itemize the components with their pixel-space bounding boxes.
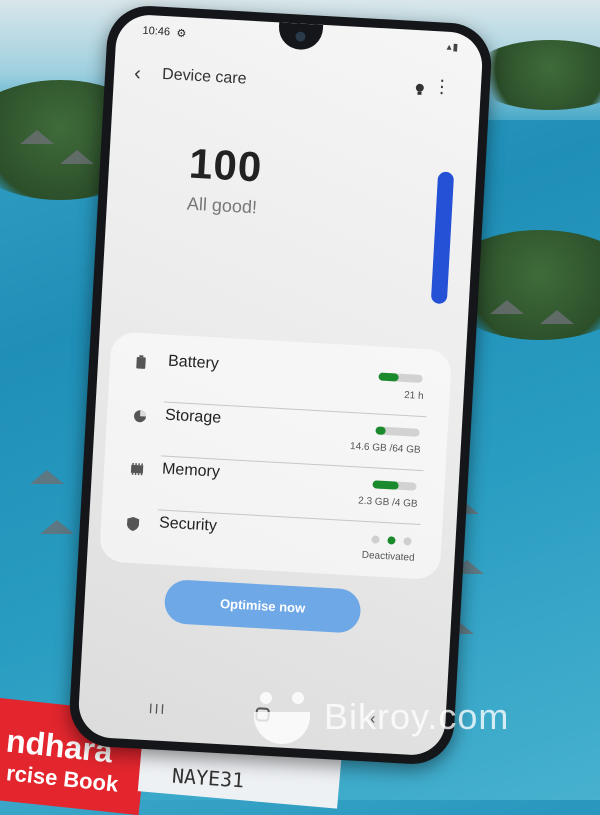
security-status-dots — [369, 534, 413, 546]
lightbulb-icon[interactable] — [414, 82, 425, 95]
item-label: Storage — [164, 406, 222, 427]
item-label: Security — [158, 514, 218, 535]
book-handwriting: NAYE31 — [171, 763, 245, 793]
item-value: Deactivated — [361, 549, 415, 564]
memory-chip-icon — [130, 462, 145, 478]
battery-level-bar — [378, 372, 423, 383]
app-bar: ‹ Device care ⋮ — [133, 60, 461, 106]
smiley-logo-icon — [252, 690, 312, 746]
scroll-indicator[interactable] — [430, 171, 455, 305]
watermark: Bikroy.com — [250, 690, 570, 750]
device-care-card: Battery 21 h Storage 14.6 GB /64 GB Memo… — [98, 331, 453, 581]
signal-icon: ▴▮ — [446, 41, 460, 54]
recent-apps-icon[interactable]: III — [148, 700, 167, 717]
device-score: 100 — [187, 139, 264, 191]
phone: 10:46 ⚙ ▴▮ ‹ Device care ⋮ 100 All good!… — [67, 3, 494, 767]
optimise-now-button[interactable]: Optimise now — [163, 578, 362, 634]
storage-usage-bar — [375, 426, 420, 437]
back-arrow-icon[interactable]: ‹ — [133, 62, 142, 85]
poster-hut — [40, 520, 74, 534]
page-title: Device care — [161, 65, 247, 88]
settings-gear-icon: ⚙ — [176, 27, 187, 41]
item-value: 2.3 GB /4 GB — [357, 495, 418, 510]
battery-icon — [136, 355, 151, 370]
item-value: 21 h — [403, 389, 424, 402]
item-label: Memory — [161, 460, 221, 481]
status-dot-active — [387, 536, 396, 545]
memory-usage-bar — [372, 480, 417, 491]
item-label: Battery — [167, 352, 220, 373]
status-dot — [403, 537, 412, 546]
shield-icon — [127, 516, 142, 532]
watermark-text: Bikroy.com — [324, 696, 510, 737]
poster-hut — [30, 470, 64, 484]
status-dot — [371, 535, 380, 544]
storage-usage-fill — [375, 426, 386, 435]
phone-screen: 10:46 ⚙ ▴▮ ‹ Device care ⋮ 100 All good!… — [77, 13, 484, 757]
storage-pie-icon — [133, 409, 148, 424]
status-time: 10:46 — [142, 24, 171, 39]
more-options-icon[interactable]: ⋮ — [432, 76, 451, 97]
memory-usage-fill — [372, 480, 399, 490]
device-status-text: All good! — [186, 193, 258, 218]
item-value: 14.6 GB /64 GB — [349, 440, 421, 456]
battery-level-fill — [378, 372, 399, 382]
